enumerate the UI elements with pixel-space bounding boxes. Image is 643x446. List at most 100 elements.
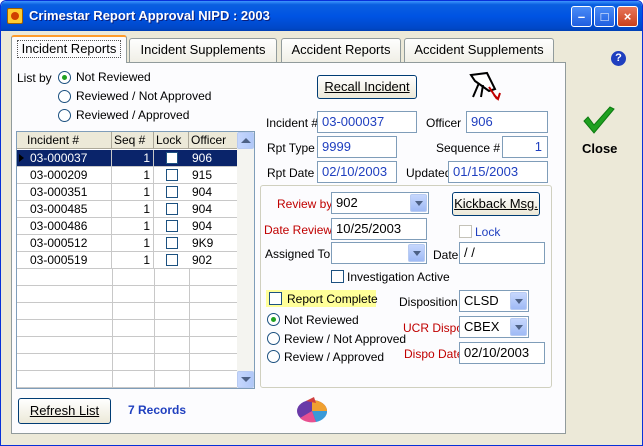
- lock-checkbox[interactable]: [166, 203, 178, 215]
- cell-officer: 9K9: [192, 236, 214, 250]
- cell-seq: 1: [112, 235, 154, 252]
- cell-seq: 1: [112, 252, 154, 269]
- chevron-down-icon[interactable]: [410, 194, 427, 212]
- disposition-value: CLSD: [464, 293, 499, 308]
- empty-row: [17, 337, 238, 354]
- dispo-date-field[interactable]: 02/10/2003: [459, 342, 545, 364]
- review-by-dropdown[interactable]: 902: [331, 192, 429, 214]
- records-count: 7 Records: [128, 403, 187, 417]
- lock-checkbox[interactable]: [166, 186, 178, 198]
- lock-review-checkbox[interactable]: [459, 225, 472, 238]
- lock-checkbox[interactable]: [166, 254, 178, 266]
- rpt-date-field[interactable]: 02/10/2003: [317, 161, 397, 183]
- list-by-option-label: Reviewed / Approved: [76, 108, 190, 122]
- chevron-down-icon[interactable]: [510, 318, 527, 336]
- rpt-type-label: Rpt Type: [267, 141, 315, 155]
- status-not-reviewed-radio[interactable]: [267, 313, 280, 326]
- pie-chart-icon[interactable]: [294, 393, 330, 425]
- chevron-down-icon[interactable]: [408, 244, 425, 262]
- table-row[interactable]: 03-000485 1 904: [17, 201, 238, 218]
- updated-field[interactable]: 01/15/2003: [448, 161, 548, 183]
- table-row[interactable]: 03-000486 1 904: [17, 218, 238, 235]
- report-complete-label: Report Complete: [287, 292, 378, 306]
- investigation-active-label: Investigation Active: [347, 270, 450, 284]
- cell-seq: 1: [112, 167, 154, 184]
- empty-row: [17, 286, 238, 303]
- cell-officer: 915: [192, 168, 213, 182]
- scroll-up-icon[interactable]: [237, 132, 254, 149]
- review-by-label: Review by: [277, 197, 333, 211]
- cell-seq: 1: [112, 218, 154, 235]
- assigned-to-dropdown[interactable]: [331, 242, 427, 264]
- status-option-label: Not Reviewed: [284, 313, 359, 327]
- report-complete-checkbox[interactable]: [269, 292, 282, 305]
- cell-incident: 03-000485: [27, 201, 112, 218]
- date-review-label: Date Review: [264, 223, 333, 237]
- assigned-date-field[interactable]: / /: [459, 242, 545, 264]
- incident-number-field[interactable]: 03-000037: [317, 111, 417, 133]
- list-by-not-reviewed-radio[interactable]: [58, 71, 71, 84]
- cell-incident: 03-000512: [27, 235, 112, 252]
- disposition-label: Disposition :: [399, 295, 465, 309]
- cell-incident: 03-000037: [27, 150, 112, 167]
- sequence-field[interactable]: 1: [502, 136, 548, 158]
- list-by-reviewed-not-approved-radio[interactable]: [58, 90, 71, 103]
- scroll-down-icon[interactable]: [237, 371, 254, 388]
- column-divider: [189, 269, 190, 388]
- cell-incident: 03-000351: [27, 184, 112, 201]
- officer-field[interactable]: 906: [466, 111, 548, 133]
- status-option-label: Review / Not Approved: [284, 332, 407, 346]
- column-divider: [112, 269, 113, 388]
- incident-grid[interactable]: Incident # Seq # Lock Officer 03-000037 …: [16, 131, 255, 389]
- empty-row: [17, 303, 238, 320]
- assigned-to-label: Assigned To: [265, 247, 331, 261]
- list-by-reviewed-approved-radio[interactable]: [58, 109, 71, 122]
- column-header-seq[interactable]: Seq #: [112, 132, 154, 149]
- lock-checkbox[interactable]: [166, 220, 178, 232]
- updated-label: Updated: [406, 166, 452, 180]
- table-row[interactable]: 03-000351 1 904: [17, 184, 238, 201]
- cell-officer: 906: [192, 151, 213, 165]
- date-review-field[interactable]: 10/25/2003: [331, 218, 427, 240]
- ucr-dispo-value: CBEX: [464, 319, 500, 334]
- column-header-lock[interactable]: Lock: [154, 132, 189, 149]
- cell-officer: 904: [192, 202, 213, 216]
- ucr-dispo-label: UCR Dispo: [403, 321, 464, 335]
- dispo-date-label: Dispo Date: [404, 347, 464, 361]
- date-label: Date: [433, 248, 459, 262]
- table-row[interactable]: 03-000519 1 902: [17, 252, 238, 269]
- grid-header: Incident # Seq # Lock Officer: [17, 132, 238, 149]
- lock-checkbox[interactable]: [166, 237, 178, 249]
- disposition-dropdown[interactable]: CLSD: [459, 290, 529, 312]
- lock-checkbox[interactable]: [166, 152, 178, 164]
- kickback-msg-button[interactable]: Kickback Msg.: [452, 192, 540, 216]
- review-by-value: 902: [336, 195, 358, 210]
- list-by-option-label: Not Reviewed: [76, 70, 151, 84]
- recall-incident-button[interactable]: Recall Incident: [317, 75, 417, 99]
- chevron-down-icon[interactable]: [510, 292, 527, 310]
- cell-seq: 1: [112, 150, 154, 167]
- grid-vertical-scrollbar[interactable]: [237, 132, 254, 388]
- table-row[interactable]: 03-000209 1 915: [17, 167, 238, 184]
- status-option-label: Review / Approved: [284, 350, 385, 364]
- table-row[interactable]: 03-000037 1 906: [17, 150, 238, 167]
- table-row[interactable]: 03-000512 1 9K9: [17, 235, 238, 252]
- rpt-type-field[interactable]: 9999: [317, 136, 397, 158]
- column-header-officer[interactable]: Officer: [189, 132, 238, 149]
- cell-officer: 904: [192, 219, 213, 233]
- column-divider: [154, 269, 155, 388]
- status-review-approved-radio[interactable]: [267, 350, 280, 363]
- column-header-incident[interactable]: Incident #: [17, 132, 112, 149]
- lock-checkbox[interactable]: [166, 169, 178, 181]
- investigation-active-checkbox[interactable]: [331, 270, 344, 283]
- app-window: Crimestar Report Approval NIPD : 2003 – …: [0, 0, 643, 446]
- refresh-list-button[interactable]: Refresh List: [18, 398, 111, 424]
- cell-officer: 904: [192, 185, 213, 199]
- empty-row: [17, 371, 238, 388]
- list-by-option-label: Reviewed / Not Approved: [76, 89, 212, 103]
- selected-row-arrow-icon: [19, 154, 24, 162]
- ucr-dispo-dropdown[interactable]: CBEX: [459, 316, 529, 338]
- rpt-date-label: Rpt Date: [267, 166, 315, 180]
- cell-seq: 1: [112, 184, 154, 201]
- status-review-not-approved-radio[interactable]: [267, 332, 280, 345]
